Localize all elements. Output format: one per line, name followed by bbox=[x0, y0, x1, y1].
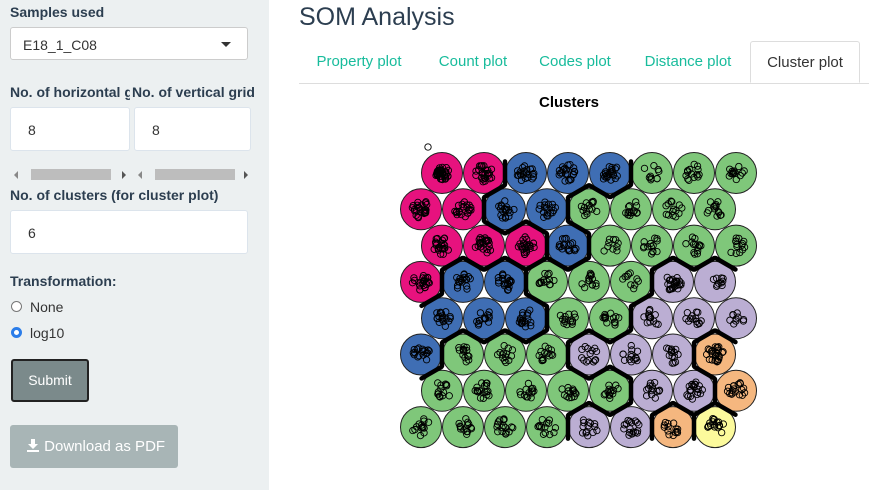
chevron-down-icon bbox=[221, 42, 231, 47]
submit-button[interactable]: Submit bbox=[11, 359, 89, 402]
radio-circle[interactable] bbox=[11, 301, 22, 312]
hgrid-scrollbar[interactable] bbox=[14, 168, 126, 182]
radio-circle-checked[interactable] bbox=[11, 327, 22, 338]
radio-log10-label: log10 bbox=[30, 325, 65, 341]
clusters-input[interactable]: 6 bbox=[10, 210, 248, 254]
vgrid-scrollbar[interactable] bbox=[138, 168, 248, 182]
scroll-right-icon[interactable] bbox=[244, 171, 248, 179]
hgrid-label: No. of horizontal g bbox=[10, 84, 130, 100]
samples-select-value: E18_1_C08 bbox=[23, 37, 97, 53]
scroll-right-icon[interactable] bbox=[122, 171, 126, 179]
cluster-plot bbox=[400, 143, 757, 449]
vgrid-label: No. of vertical grid bbox=[132, 84, 254, 100]
scroll-thumb[interactable] bbox=[31, 169, 111, 180]
som-unit-magenta bbox=[442, 188, 484, 231]
download-icon bbox=[27, 439, 39, 452]
samples-select[interactable]: E18_1_C08 bbox=[10, 27, 248, 60]
vgrid-input-value: 8 bbox=[152, 122, 160, 138]
download-label: Download as PDF bbox=[44, 438, 166, 455]
samples-label: Samples used bbox=[10, 4, 105, 20]
transformation-label: Transformation: bbox=[10, 273, 117, 289]
hgrid-input-value: 8 bbox=[28, 122, 36, 138]
clusters-label: No. of clusters (for cluster plot) bbox=[10, 187, 219, 203]
sample-point bbox=[424, 143, 432, 151]
sidebar: Samples used E18_1_C08 No. of horizontal… bbox=[0, 0, 269, 490]
scroll-left-icon[interactable] bbox=[138, 171, 142, 179]
radio-none-label: None bbox=[30, 299, 64, 315]
vgrid-input[interactable]: 8 bbox=[134, 107, 251, 151]
som-unit-green bbox=[526, 406, 568, 449]
scroll-left-icon[interactable] bbox=[14, 171, 18, 179]
main-panel: SOM Analysis Property plot Count plot Co… bbox=[269, 0, 869, 490]
hgrid-input[interactable]: 8 bbox=[10, 107, 130, 151]
clusters-input-value: 6 bbox=[28, 225, 36, 241]
download-pdf-button[interactable]: Download as PDF bbox=[10, 425, 178, 468]
scroll-thumb[interactable] bbox=[155, 169, 235, 180]
